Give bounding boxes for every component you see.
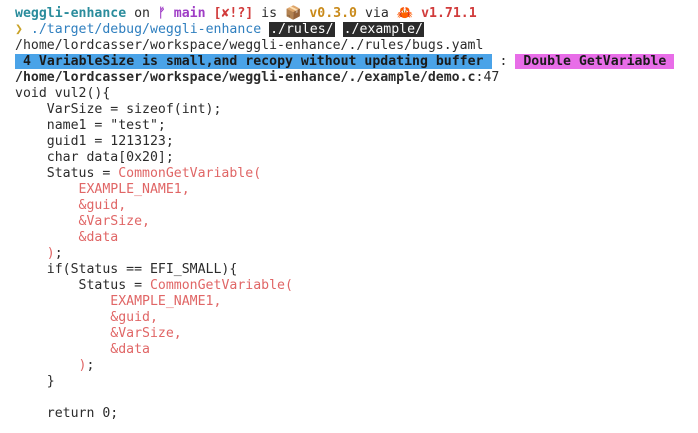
code-line: }: [15, 374, 55, 389]
finding-message: 4 VariableSize is small,and recopy witho…: [15, 54, 492, 69]
code-line-highlighted: &VarSize,: [15, 214, 150, 229]
code-match-highlight: CommonGetVariable(: [149, 278, 293, 293]
prompt-rust-version: v1.71.1: [421, 6, 477, 21]
code-line-highlighted: EXAMPLE_NAME1,: [15, 182, 190, 197]
code-line: guid1 = 1213123;: [15, 134, 174, 149]
package-icon: 📦: [284, 6, 302, 21]
code-line: void vul2(){: [15, 86, 111, 101]
prompt-via-text: via: [357, 6, 397, 21]
code-line: VarSize = sizeof(int);: [15, 102, 222, 117]
code-line: Status = CommonGetVariable(: [15, 278, 698, 294]
command-arg-example: ./example/: [342, 22, 424, 37]
finding-line: 4 VariableSize is small,and recopy witho…: [15, 54, 698, 70]
code-line-highlighted: EXAMPLE_NAME1,: [15, 294, 222, 309]
rust-crab-icon: 🦀: [396, 6, 414, 21]
code-text: ;: [54, 246, 63, 261]
prompt-is-text: is: [253, 6, 285, 21]
code-match-highlight: CommonGetVariable(: [118, 166, 262, 181]
prompt-chevron-icon: ❯: [15, 22, 23, 37]
prompt-git-status: [✘!?]: [213, 6, 254, 21]
code-line: );: [15, 246, 698, 262]
command-line[interactable]: ❯ ./target/debug/weggli-enhance ./rules/…: [15, 22, 698, 38]
code-line-highlighted: &guid,: [15, 310, 158, 325]
source-file-path: /home/lordcasser/workspace/weggli-enhanc…: [15, 70, 476, 85]
code-line: name1 = "test";: [15, 118, 166, 133]
rules-file-path: /home/lordcasser/workspace/weggli-enhanc…: [15, 38, 484, 53]
code-match-highlight: ): [46, 246, 55, 261]
prompt-branch: main: [173, 6, 206, 21]
code-block: void vul2(){ VarSize = sizeof(int); name…: [15, 86, 698, 422]
command-arg-rules: ./rules/: [269, 22, 335, 37]
finding-tag: Double GetVariable: [515, 54, 675, 69]
shell-prompt-line: weggli-enhance on ᚠ main [✘!?] is 📦 v0.3…: [15, 6, 698, 22]
source-location: /home/lordcasser/workspace/weggli-enhanc…: [15, 70, 698, 86]
code-line-highlighted: &data: [15, 230, 119, 245]
code-text: ;: [86, 358, 95, 373]
code-line-highlighted: &data: [15, 342, 150, 357]
command-executable: ./target/debug/weggli-enhance: [30, 22, 262, 37]
code-line-highlighted: &guid,: [15, 198, 127, 213]
code-line-highlighted: &VarSize,: [15, 326, 182, 341]
code-line: char data[0x20];: [15, 150, 174, 165]
code-text: Status =: [15, 166, 119, 181]
code-text: Status =: [15, 278, 150, 293]
code-line: if(Status == EFI_SMALL){: [15, 262, 238, 277]
source-line-number: :47: [475, 70, 500, 85]
prompt-on-text: on: [126, 6, 158, 21]
code-line: );: [15, 358, 698, 374]
prompt-package-version: v0.3.0: [309, 6, 357, 21]
code-line: return 0;: [15, 406, 119, 421]
terminal-output: weggli-enhance on ᚠ main [✘!?] is 📦 v0.3…: [15, 6, 698, 422]
git-branch-icon: ᚠ: [157, 6, 166, 21]
code-line: Status = CommonGetVariable(: [15, 166, 698, 182]
prompt-directory: weggli-enhance: [15, 6, 127, 21]
